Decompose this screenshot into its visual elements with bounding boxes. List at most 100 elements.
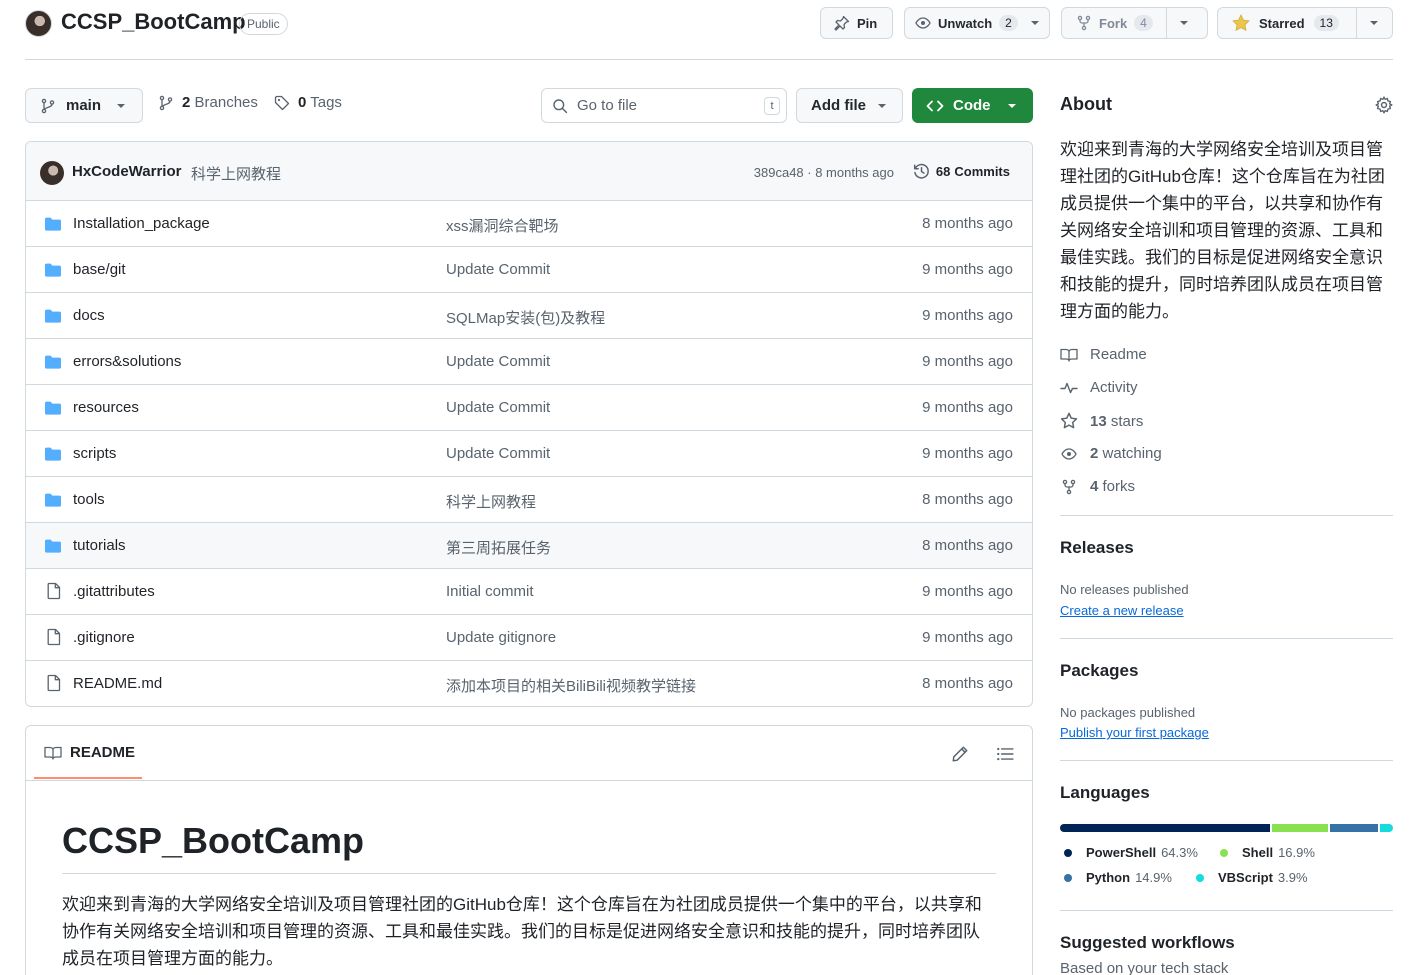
releases-empty: No releases published [1060,582,1189,597]
readme-link[interactable]: Readme [1060,346,1147,363]
language-legend-item[interactable]: Shell 16.9% [1220,845,1315,860]
file-commit-message[interactable]: 添加本项目的相关BiliBili视频教学链接 [446,675,696,696]
language-bar-segment[interactable] [1060,824,1271,832]
languages-title: Languages [1060,783,1150,802]
file-name[interactable]: scripts [73,445,116,462]
file-row[interactable]: .gitattributes Initial commit 9 months ago [26,569,1032,615]
commit-meta[interactable]: 389ca48 · 8 months ago [754,165,894,180]
starred-label: Starred [1259,15,1305,31]
owner-avatar[interactable] [25,10,52,37]
star-filled-icon [1232,14,1250,32]
activity-link-label: Activity [1090,379,1138,396]
file-commit-message[interactable]: Update Commit [446,353,550,370]
branches-label: Branches [194,94,258,111]
file-name[interactable]: errors&solutions [73,353,181,370]
go-to-file-input[interactable]: Go to file t [541,88,787,123]
file-commit-message[interactable]: Initial commit [446,583,534,600]
file-name[interactable]: tutorials [73,537,126,554]
file-commit-message[interactable]: Update Commit [446,399,550,416]
packages-title[interactable]: Packages [1060,661,1138,681]
activity-link[interactable]: Activity [1060,379,1138,396]
tags-label: Tags [310,94,342,111]
file-row[interactable]: tools 科学上网教程 8 months ago [26,477,1032,523]
language-legend-item[interactable]: PowerShell 64.3% [1064,845,1198,860]
file-commit-message[interactable]: Update Commit [446,445,550,462]
file-name[interactable]: README.md [73,675,162,692]
chevron-down-icon [117,103,126,108]
language-legend-item[interactable]: VBScript 3.9% [1196,870,1308,885]
stars-link[interactable]: 13 stars [1060,412,1143,430]
readme-divider [26,780,1032,781]
file-commit-message[interactable]: 第三周拓展任务 [446,537,551,558]
tags-link[interactable]: 0 Tags [274,94,342,111]
file-row[interactable]: errors&solutions Update Commit 9 months ag… [26,339,1032,385]
eye-icon [1060,446,1078,462]
repo-name[interactable]: CCSP_BootCamp [61,9,246,35]
file-row[interactable]: Installation_package xss漏洞综合靶场 8 months ag… [26,201,1032,247]
commit-message[interactable]: 科学上网教程 [191,163,281,184]
file-name[interactable]: .gitattributes [73,583,155,600]
add-file-button[interactable]: Add file [796,88,903,123]
branches-link[interactable]: 2 Branches [158,94,258,111]
file-row[interactable]: resources Update Commit 9 months ago [26,385,1032,431]
commits-link[interactable]: 68 Commits [913,163,1010,180]
watching-link[interactable]: 2 watching [1060,445,1162,462]
stars-count: 13 [1090,412,1107,430]
chevron-down-icon [1180,21,1188,25]
file-commit-message[interactable]: SQLMap安装(包)及教程 [446,307,605,328]
file-date: 8 months ago [922,537,1013,554]
fork-button[interactable]: Fork 4 [1061,7,1208,39]
file-name[interactable]: resources [73,399,139,416]
file-row[interactable]: README.md 添加本项目的相关BiliBili视频教学链接 8 months … [26,661,1032,706]
fork-dropdown[interactable] [1167,8,1198,38]
language-percent: 3.9% [1277,870,1308,885]
file-name[interactable]: docs [73,307,105,324]
file-name[interactable]: base/git [73,261,126,278]
language-bar-segment[interactable] [1329,824,1379,832]
language-legend-item[interactable]: Python 14.9% [1064,870,1172,885]
repo-header: CCSP_BootCamp Public Pin Unwatch 2 Fork … [25,0,1393,60]
file-row[interactable]: scripts Update Commit 9 months ago [26,431,1032,477]
file-commit-message[interactable]: Update gitignore [446,629,556,646]
tags-count: 0 [298,94,307,111]
branch-icon [40,98,56,114]
latest-commit-bar: HxCodeWarrior 科学上网教程 389ca48 · 8 months … [26,142,1032,201]
releases-title[interactable]: Releases [1060,538,1134,558]
star-dropdown[interactable] [1357,8,1388,38]
branch-selector[interactable]: main [25,88,143,123]
file-date: 8 months ago [922,215,1013,232]
chevron-down-icon [878,103,886,108]
readme-title: CCSP_BootCamp [62,820,365,861]
outline-list-icon[interactable] [996,745,1014,763]
file-date: 9 months ago [922,353,1013,370]
file-row[interactable]: docs SQLMap安装(包)及教程 9 months ago [26,293,1032,339]
file-date: 9 months ago [922,629,1013,646]
readme-tab[interactable]: README [44,744,135,761]
unwatch-button[interactable]: Unwatch 2 [904,7,1050,39]
author-avatar[interactable] [40,161,64,185]
starred-button[interactable]: Starred 13 [1217,7,1393,39]
file-commit-message[interactable]: 科学上网教程 [446,491,536,512]
file-name[interactable]: Installation_package [73,215,210,232]
file-commit-message[interactable]: xss漏洞综合靶场 [446,215,559,236]
code-button[interactable]: Code [912,88,1033,123]
pin-button[interactable]: Pin [820,7,893,39]
search-icon [552,98,568,114]
file-row[interactable]: tutorials 第三周拓展任务 8 months ago [26,523,1032,569]
file-icon [46,628,62,646]
edit-pencil-icon[interactable] [951,745,969,763]
create-release-link[interactable]: Create a new release [1060,603,1184,618]
star-counter: 13 [1313,15,1339,31]
language-bar-segment[interactable] [1380,824,1393,832]
forks-link[interactable]: 4 forks [1060,478,1135,495]
file-name[interactable]: tools [73,491,105,508]
language-bar-segment[interactable] [1272,824,1328,832]
file-name[interactable]: .gitignore [73,629,135,646]
file-row[interactable]: .gitignore Update gitignore 9 months ago [26,615,1032,661]
commit-author[interactable]: HxCodeWarrior [72,163,181,180]
file-commit-message[interactable]: Update Commit [446,261,550,278]
gear-icon[interactable] [1375,96,1393,114]
file-row[interactable]: base/git Update Commit 9 months ago [26,247,1032,293]
forks-count: 4 [1090,478,1099,495]
publish-package-link[interactable]: Publish your first package [1060,725,1209,740]
